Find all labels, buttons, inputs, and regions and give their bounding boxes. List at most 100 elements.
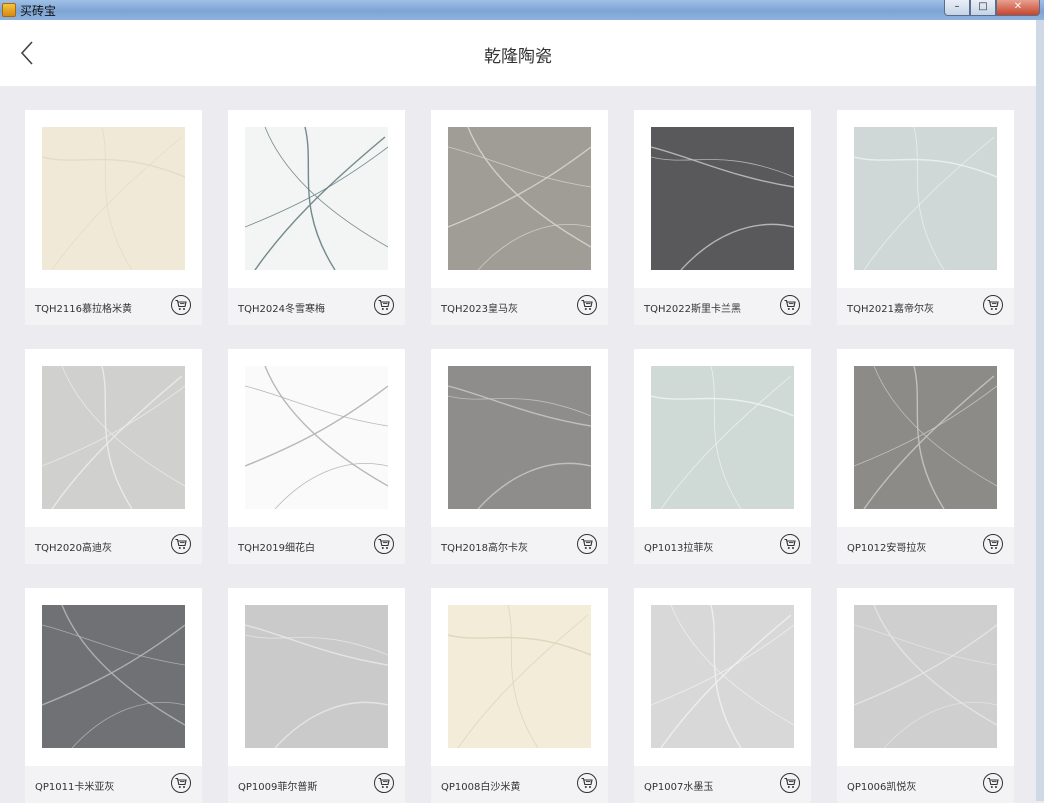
product-name: TQH2023皇马灰: [441, 304, 518, 315]
product-caption: TQH2019细花白: [228, 527, 405, 564]
product-card[interactable]: TQH2020高迪灰: [25, 349, 202, 564]
tile-image[interactable]: [245, 127, 388, 270]
product-caption: TQH2020高迪灰: [25, 527, 202, 564]
product-caption: TQH2024冬雪寒梅: [228, 288, 405, 325]
add-to-cart-button[interactable]: [171, 534, 191, 554]
cart-icon: [581, 538, 593, 549]
window-frame-edge: [1036, 20, 1044, 801]
tile-image[interactable]: [42, 605, 185, 748]
product-caption: TQH2023皇马灰: [431, 288, 608, 325]
product-name: QP1009菲尔普斯: [238, 782, 318, 793]
product-card[interactable]: TQH2021嘉帝尔灰: [837, 110, 1014, 325]
add-to-cart-button[interactable]: [983, 773, 1003, 793]
app-header: 乾隆陶瓷: [0, 20, 1036, 86]
product-caption: QP1009菲尔普斯: [228, 766, 405, 803]
cart-icon: [378, 777, 390, 788]
cart-icon: [378, 538, 390, 549]
window-titlebar: 买砖宝 – □ ✕: [0, 0, 1044, 20]
product-card[interactable]: TQH2023皇马灰: [431, 110, 608, 325]
add-to-cart-button[interactable]: [780, 773, 800, 793]
product-name: TQH2020高迪灰: [35, 543, 112, 554]
minimize-button[interactable]: –: [944, 0, 970, 16]
product-name: QP1013拉菲灰: [644, 543, 714, 554]
tile-image[interactable]: [651, 127, 794, 270]
close-button[interactable]: ✕: [996, 0, 1040, 16]
cart-icon: [378, 299, 390, 310]
product-caption: TQH2116慕拉格米黄: [25, 288, 202, 325]
product-card[interactable]: TQH2019细花白: [228, 349, 405, 564]
product-name: QP1008白沙米黄: [441, 782, 521, 793]
add-to-cart-button[interactable]: [374, 534, 394, 554]
cart-icon: [581, 299, 593, 310]
cart-icon: [581, 777, 593, 788]
product-name: QP1012安哥拉灰: [847, 543, 927, 554]
tile-image[interactable]: [448, 605, 591, 748]
cart-icon: [175, 777, 187, 788]
product-caption: QP1008白沙米黄: [431, 766, 608, 803]
add-to-cart-button[interactable]: [780, 295, 800, 315]
product-name: QP1007水墨玉: [644, 782, 714, 793]
product-caption: TQH2018高尔卡灰: [431, 527, 608, 564]
tile-image[interactable]: [854, 605, 997, 748]
add-to-cart-button[interactable]: [780, 534, 800, 554]
cart-icon: [175, 538, 187, 549]
product-caption: QP1007水墨玉: [634, 766, 811, 803]
add-to-cart-button[interactable]: [577, 773, 597, 793]
product-card[interactable]: QP1012安哥拉灰: [837, 349, 1014, 564]
product-card[interactable]: QP1007水墨玉: [634, 588, 811, 803]
window-title: 买砖宝: [20, 3, 57, 18]
tile-image[interactable]: [448, 127, 591, 270]
cart-icon: [784, 299, 796, 310]
window-controls: – □ ✕: [944, 0, 1040, 16]
add-to-cart-button[interactable]: [171, 295, 191, 315]
add-to-cart-button[interactable]: [983, 534, 1003, 554]
product-caption: QP1006凯悦灰: [837, 766, 1014, 803]
cart-icon: [175, 299, 187, 310]
tile-image[interactable]: [42, 127, 185, 270]
product-name: TQH2019细花白: [238, 543, 315, 554]
tile-image[interactable]: [651, 605, 794, 748]
product-name: TQH2018高尔卡灰: [441, 543, 528, 554]
tile-image[interactable]: [448, 366, 591, 509]
app-icon: [2, 3, 16, 17]
product-name: QP1006凯悦灰: [847, 782, 917, 793]
product-card[interactable]: TQH2024冬雪寒梅: [228, 110, 405, 325]
cart-icon: [987, 538, 999, 549]
cart-icon: [987, 777, 999, 788]
product-name: QP1011卡米亚灰: [35, 782, 115, 793]
add-to-cart-button[interactable]: [577, 295, 597, 315]
product-card[interactable]: TQH2116慕拉格米黄: [25, 110, 202, 325]
product-name: TQH2022斯里卡兰黑: [644, 304, 741, 315]
tile-image[interactable]: [245, 366, 388, 509]
page-title: 乾隆陶瓷: [484, 47, 552, 67]
add-to-cart-button[interactable]: [983, 295, 1003, 315]
product-card[interactable]: QP1011卡米亚灰: [25, 588, 202, 803]
product-caption: QP1011卡米亚灰: [25, 766, 202, 803]
product-caption: QP1012安哥拉灰: [837, 527, 1014, 564]
tile-image[interactable]: [42, 366, 185, 509]
cart-icon: [784, 538, 796, 549]
product-caption: TQH2022斯里卡兰黑: [634, 288, 811, 325]
product-caption: QP1013拉菲灰: [634, 527, 811, 564]
tile-image[interactable]: [245, 605, 388, 748]
product-card[interactable]: QP1009菲尔普斯: [228, 588, 405, 803]
maximize-button[interactable]: □: [970, 0, 996, 16]
add-to-cart-button[interactable]: [374, 295, 394, 315]
cart-icon: [784, 777, 796, 788]
product-card[interactable]: TQH2018高尔卡灰: [431, 349, 608, 564]
add-to-cart-button[interactable]: [171, 773, 191, 793]
product-name: TQH2116慕拉格米黄: [35, 304, 132, 315]
product-card[interactable]: QP1008白沙米黄: [431, 588, 608, 803]
tile-image[interactable]: [854, 127, 997, 270]
add-to-cart-button[interactable]: [577, 534, 597, 554]
product-name: TQH2024冬雪寒梅: [238, 304, 325, 315]
product-card[interactable]: QP1006凯悦灰: [837, 588, 1014, 803]
tile-image[interactable]: [651, 366, 794, 509]
product-caption: TQH2021嘉帝尔灰: [837, 288, 1014, 325]
cart-icon: [987, 299, 999, 310]
product-name: TQH2021嘉帝尔灰: [847, 304, 934, 315]
add-to-cart-button[interactable]: [374, 773, 394, 793]
tile-image[interactable]: [854, 366, 997, 509]
product-card[interactable]: TQH2022斯里卡兰黑: [634, 110, 811, 325]
product-card[interactable]: QP1013拉菲灰: [634, 349, 811, 564]
